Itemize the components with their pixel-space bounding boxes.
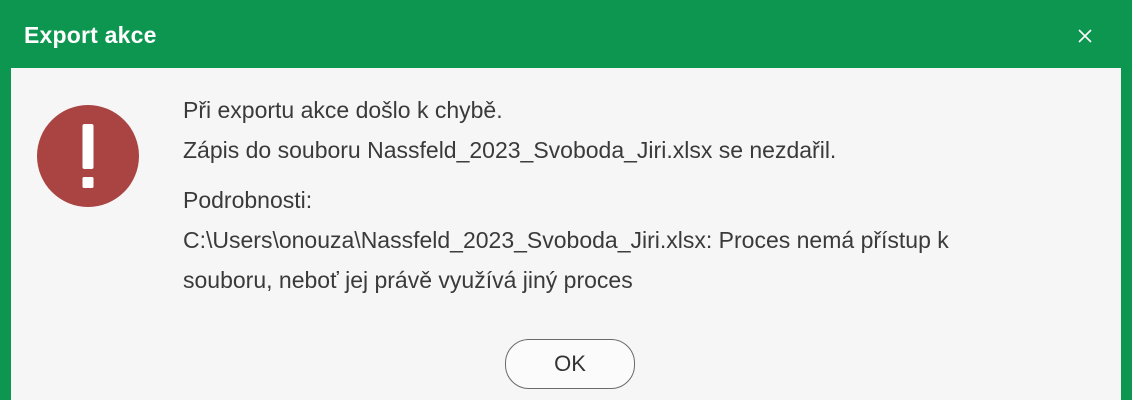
dialog-title: Export akce: [24, 22, 157, 48]
details-text-line2: souboru, neboť jej právě využívá jiný pr…: [183, 267, 633, 293]
error-icon: [37, 105, 139, 207]
close-button[interactable]: [1071, 22, 1099, 50]
message-area: Při exportu akce došlo k chybě. Zápis do…: [183, 90, 1083, 300]
details-text-line1: C:\Users\onouza\Nassfeld_2023_Svoboda_Ji…: [183, 227, 949, 253]
dialog-content: Při exportu akce došlo k chybě. Zápis do…: [11, 68, 1121, 400]
title-bar[interactable]: Export akce: [11, 4, 1121, 68]
details-label: Podrobnosti:: [183, 187, 313, 213]
ok-button[interactable]: OK: [505, 339, 635, 389]
error-message: Při exportu akce došlo k chybě.: [183, 97, 503, 123]
close-icon: [1078, 29, 1092, 43]
error-detail-message: Zápis do souboru Nassfeld_2023_Svoboda_J…: [183, 137, 837, 163]
error-dialog: Export akce Při exportu akce došlo k chy…: [0, 0, 1132, 400]
